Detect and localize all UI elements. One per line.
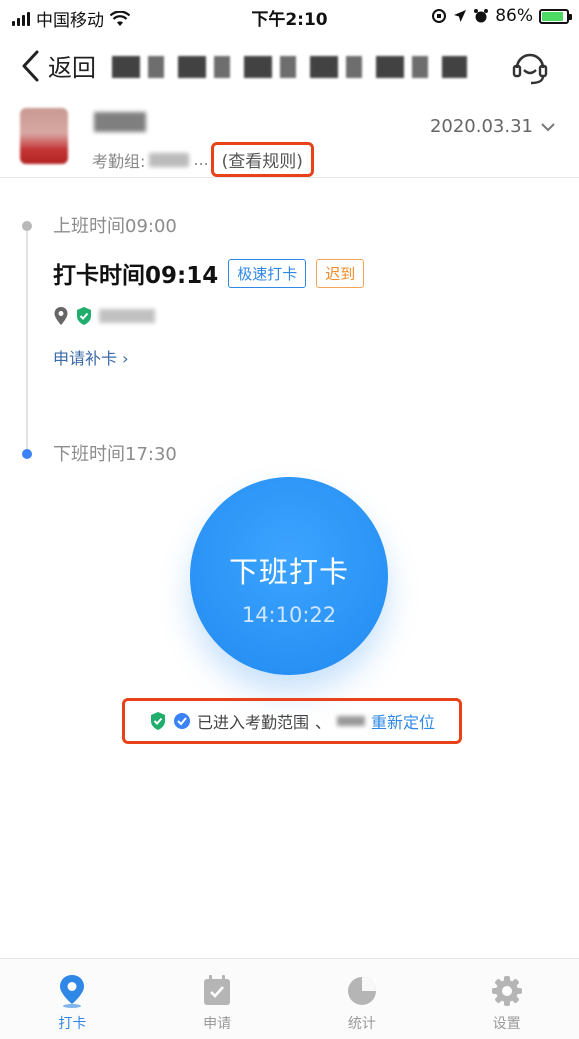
chevron-right-icon: › [122,349,129,368]
checkin-label: 上班时间09:00 [53,216,177,237]
group-ellipsis: ... [193,150,209,169]
timeline-line [26,226,28,454]
redacted-group-name [149,152,190,167]
check-circle-icon [173,713,190,729]
late-tag: 迟到 [316,258,365,288]
status-right: 86% [431,6,572,26]
battery-percent: 86% [495,6,533,26]
apply-label: 申请补卡 [53,349,118,368]
punch-timeline: 上班时间09:00 打卡时间09:14 极速打卡 迟到 申请补卡 › 下班时间1… [0,178,579,958]
status-bar: 中国移动 下午2:10 86% [0,0,579,34]
timeline-dot-checkin [22,221,32,231]
tab-stats[interactable]: 统计 [290,959,435,1039]
range-separator: 、 [314,713,331,732]
punch-location [53,306,155,326]
date-value: 2020.03.31 [429,116,533,137]
current-clock: 14:10:22 [241,603,337,627]
battery-fill [542,11,563,21]
tab-label: 统计 [347,1016,376,1032]
redacted-location [99,309,155,323]
view-rules-link[interactable]: (查看规则) [210,142,314,177]
alarm-icon [474,9,489,23]
avatar [20,108,68,164]
checkin-record: 打卡时间09:14 极速打卡 迟到 [53,256,365,290]
tab-settings[interactable]: 设置 [434,959,579,1039]
tab-label: 设置 [492,1016,521,1032]
checkout-button-label: 下班打卡 [228,555,349,589]
nav-bar: 返回 [0,34,579,100]
tab-apply[interactable]: 申请 [145,959,290,1039]
battery-icon [539,8,572,24]
location-pin-icon [60,975,85,1008]
punch-time-text: 打卡时间09:14 [53,263,219,289]
redacted-range-location [337,716,365,726]
map-pin-icon [54,307,68,325]
tab-bar: 打卡 申请 统计 设置 [0,958,579,1039]
screen: 中国移动 下午2:10 86% 返回 考勤组: ... (查看规则) 2020.… [0,0,579,1039]
orientation-lock-icon [432,9,447,23]
chevron-left-icon [22,50,39,81]
checkout-punch-button[interactable]: 下班打卡 14:10:22 [190,477,388,675]
apply-makeup-link[interactable]: 申请补卡 › [53,345,129,369]
shield-check-icon [150,712,165,730]
shield-check-icon [77,307,91,325]
timeline-dot-checkout [22,449,32,459]
fast-punch-tag: 极速打卡 [228,258,307,288]
pie-chart-icon [347,977,376,1005]
attendance-group: 考勤组: ... (查看规则) [92,142,314,177]
gear-icon [491,976,522,1006]
redacted-title [112,56,467,78]
location-arrow-icon [454,10,467,22]
chevron-down-icon [541,122,555,131]
checkout-label: 下班时间17:30 [53,444,177,465]
attendance-range-status: 已进入考勤范围 、 重新定位 [122,698,462,744]
redacted-user-name [94,112,146,132]
group-label: 考勤组: [92,151,146,171]
tab-label: 打卡 [58,1016,87,1032]
calendar-check-icon [204,975,231,1005]
range-status-text: 已进入考勤范围 [196,713,309,732]
customer-service-icon[interactable] [509,46,551,88]
relocate-button[interactable]: 重新定位 [371,709,435,733]
back-label: 返回 [48,54,96,82]
back-button[interactable]: 返回 [20,48,96,83]
tab-label: 申请 [203,1016,232,1032]
date-picker[interactable]: 2020.03.31 [430,116,555,137]
user-header: 考勤组: ... (查看规则) 2020.03.31 [0,100,579,178]
tab-punch[interactable]: 打卡 [0,959,145,1039]
